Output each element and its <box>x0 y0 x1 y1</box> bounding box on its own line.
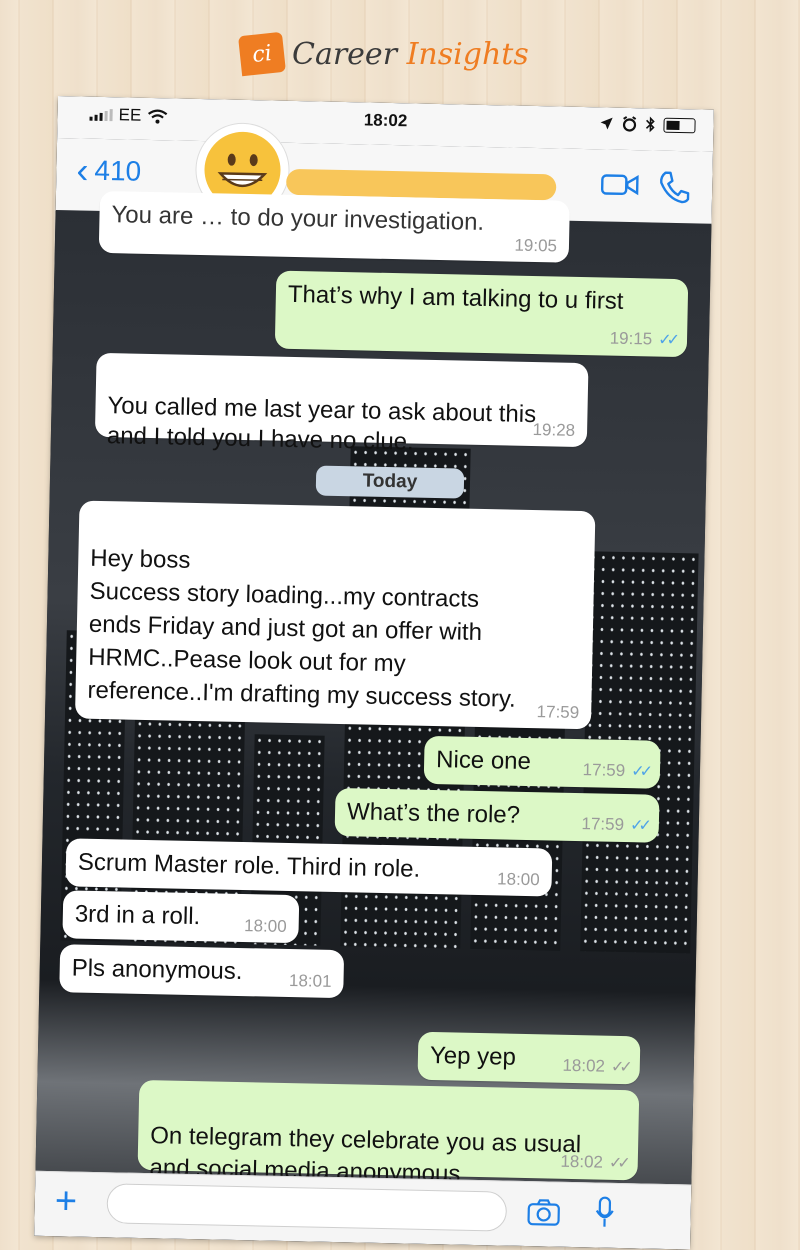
message-meta: 18:02 ✓✓ <box>562 1056 628 1078</box>
camera-icon[interactable] <box>526 1198 561 1227</box>
chevron-left-icon: ‹ <box>76 149 89 191</box>
message-outgoing[interactable]: Yep yep 18:02 ✓✓ <box>417 1031 641 1085</box>
phone-screenshot: EE 18:02 ‹ 410 You are … to do your inve… <box>34 96 714 1250</box>
delivered-ticks-icon: ✓✓ <box>610 1058 628 1077</box>
brand-logo: ci <box>238 31 286 77</box>
message-composer: + <box>34 1170 692 1250</box>
message-time: 17:59 <box>536 702 580 723</box>
message-outgoing[interactable]: That’s why I am talking to u first 19:15… <box>274 270 689 358</box>
message-incoming[interactable]: Pls anonymous. 18:01 <box>59 944 345 999</box>
message-incoming[interactable]: Scrum Master role. Third in role. 18:00 <box>65 838 553 897</box>
message-text: That’s why I am talking to u first <box>287 280 624 315</box>
message-time: 18:01 <box>288 971 332 991</box>
battery-icon <box>663 117 696 133</box>
message-outgoing[interactable]: On telegram they celebrate you as usual … <box>137 1079 640 1188</box>
message-time: 19:05 <box>514 235 558 256</box>
brand-name-part1: Career <box>292 36 398 72</box>
alarm-icon <box>622 116 637 132</box>
message-incoming[interactable]: Hey boss Success story loading...my cont… <box>74 500 596 730</box>
read-ticks-icon: ✓✓ <box>658 331 676 349</box>
location-icon <box>600 117 613 130</box>
message-incoming[interactable]: 3rd in a roll. 18:00 <box>62 890 300 944</box>
message-meta: 17:59 ✓✓ <box>582 760 648 782</box>
message-text: You called me last year to ask about thi… <box>106 392 537 456</box>
status-right <box>599 115 696 133</box>
message-time: 18:02 <box>560 1151 604 1172</box>
back-count: 410 <box>94 154 142 187</box>
brand-header: ci Career Insights <box>238 31 529 77</box>
video-call-icon[interactable] <box>600 171 641 198</box>
brand-name: Career Insights <box>292 37 529 72</box>
bluetooth-icon <box>645 116 655 133</box>
read-ticks-icon: ✓✓ <box>630 763 649 781</box>
date-separator: Today <box>315 465 465 499</box>
message-outgoing[interactable]: What’s the role? 17:59 ✓✓ <box>334 787 660 843</box>
message-time: 18:02 <box>562 1055 606 1076</box>
message-time: 19:28 <box>532 420 576 440</box>
mic-icon[interactable] <box>594 1195 615 1229</box>
message-outgoing[interactable]: Nice one 17:59 ✓✓ <box>423 735 661 789</box>
message-time: 19:15 <box>609 328 653 349</box>
message-meta: 17:59 ✓✓ <box>581 814 647 836</box>
message-incoming[interactable]: You are … to do your investigation. 19:0… <box>98 190 570 263</box>
chat-area[interactable]: You are … to do your investigation. 19:0… <box>34 190 712 1250</box>
message-time: 18:00 <box>496 869 540 890</box>
message-time: 17:59 <box>581 814 625 835</box>
message-text: Scrum Master role. Third in role. <box>77 848 421 883</box>
message-incoming[interactable]: You called me last year to ask about thi… <box>94 352 589 456</box>
message-text: Hey boss Success story loading...my cont… <box>87 544 517 713</box>
message-time: 17:59 <box>582 760 626 781</box>
brand-name-part2: Insights <box>406 36 529 72</box>
phone-icon[interactable] <box>656 169 693 206</box>
delivered-ticks-icon: ✓✓ <box>608 1154 626 1173</box>
message-time: 18:00 <box>243 916 287 936</box>
message-text: You are … to do your investigation. <box>111 201 485 236</box>
message-meta: 18:02 ✓✓ <box>560 1132 626 1174</box>
back-button[interactable]: ‹ 410 <box>76 149 142 191</box>
read-ticks-icon: ✓✓ <box>629 817 648 835</box>
message-input[interactable] <box>106 1183 508 1232</box>
message-meta: 19:15 ✓✓ <box>609 329 675 351</box>
